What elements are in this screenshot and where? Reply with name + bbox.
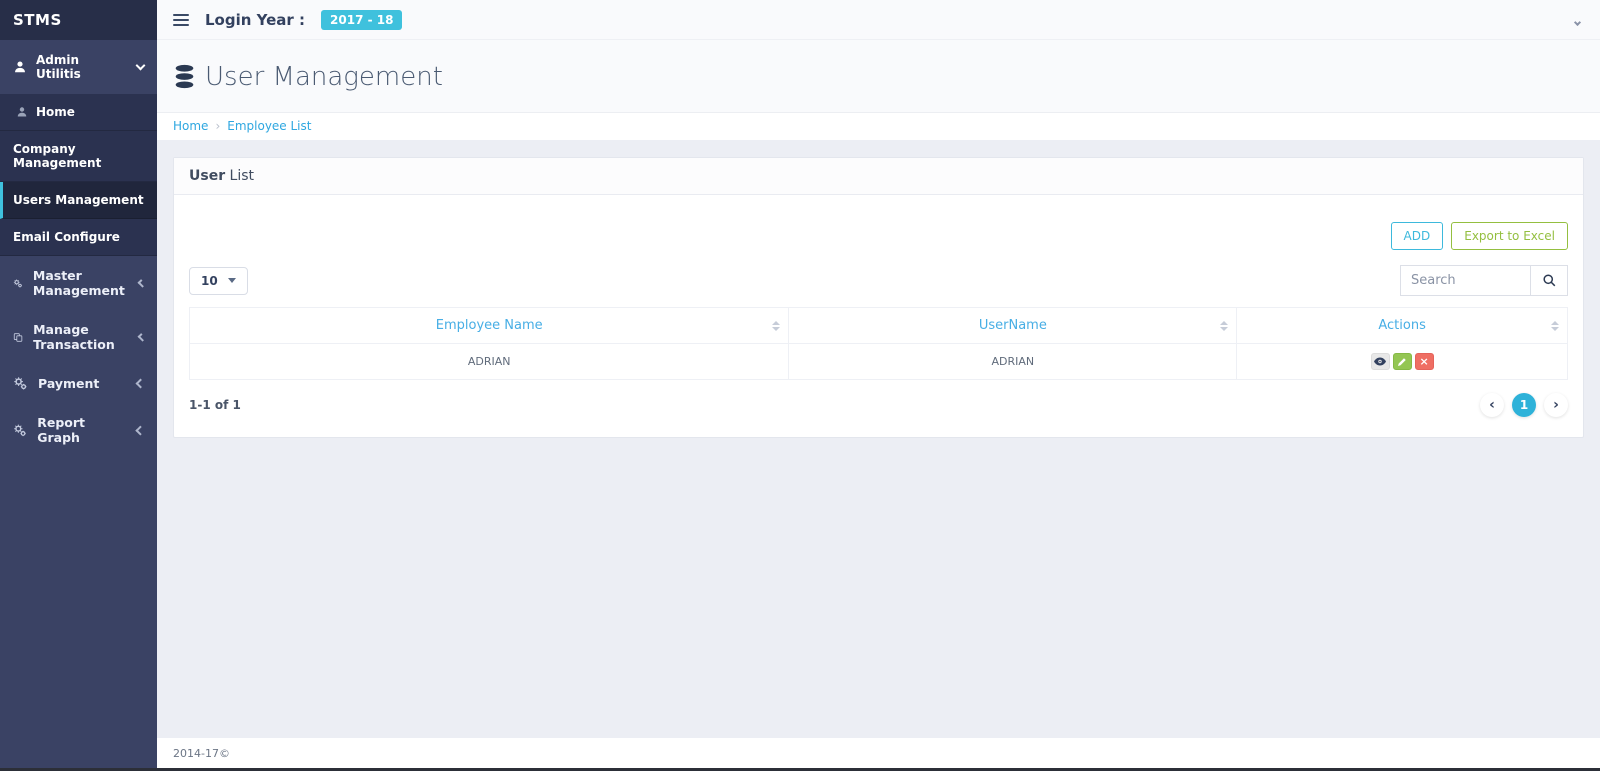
main-area: Login Year : 2017 - 18 User Management H… [157,0,1600,771]
sidebar-item-report-graph[interactable]: Report Graph [0,403,157,457]
table-header-row: Employee Name UserName Actions [190,308,1568,344]
sidebar-item-email-configure[interactable]: Email Configure [0,219,157,256]
sidebar-item-label: Master Management [33,268,129,298]
edit-button[interactable] [1393,353,1412,370]
column-header-label: UserName [979,318,1047,333]
pagination-prev-button[interactable]: ‹ [1480,393,1504,417]
copyright-text: 2014-17© [173,747,230,760]
cell-employee-name: ADRIAN [190,344,789,380]
page-size-select[interactable]: 10 [189,267,248,295]
database-icon [173,64,196,90]
export-to-excel-button[interactable]: Export to Excel [1451,222,1568,250]
footer: 2014-17© [157,738,1600,771]
panel-actions: ADD Export to Excel [189,222,1568,250]
cell-username: ADRIAN [789,344,1237,380]
sidebar-item-label: Email Configure [13,230,120,244]
search-input[interactable] [1400,265,1530,296]
chevron-left-icon [136,425,146,435]
sidebar-section-label: Admin Utilitis [36,53,128,81]
sidebar-item-label: Users Management [13,193,144,207]
column-header-label: Employee Name [436,318,543,333]
pencil-icon [1397,357,1407,367]
x-icon: × [1420,356,1429,367]
column-header-label: Actions [1378,318,1426,333]
chevron-left-icon [137,279,146,288]
sidebar-item-label: Manage Transaction [33,322,129,352]
sidebar-item-label: Home [36,105,75,119]
user-icon [13,60,27,74]
sort-icon [772,321,780,331]
sidebar-item-admin-utilitis[interactable]: Admin Utilitis [0,40,157,94]
panel-title: User List [174,158,1583,195]
user-icon [16,106,28,118]
app-window: STMS Admin Utilitis Home Company Managem… [0,0,1600,771]
view-button[interactable] [1371,353,1390,370]
menu-toggle-icon[interactable] [173,14,189,26]
sort-icon [1551,321,1559,331]
breadcrumb: Home › Employee List [157,112,1600,140]
gears-icon [13,276,23,291]
table-footer: 1-1 of 1 ‹ 1 › [189,393,1568,417]
chevron-right-glyph: › [1553,397,1559,413]
chevron-down-icon [1574,19,1581,26]
search-group [1400,265,1568,296]
panel-title-secondary: List [225,168,254,184]
table-row: ADRIAN ADRIAN [190,344,1568,380]
chevron-left-glyph: ‹ [1489,397,1495,413]
sidebar: STMS Admin Utilitis Home Company Managem… [0,0,157,771]
sidebar-item-label: Company Management [13,142,144,170]
gears-icon [13,423,27,438]
user-list-panel: User List ADD Export to Excel 10 [173,157,1584,438]
sidebar-submenu: Home Company Management Users Management… [0,94,157,256]
sidebar-item-master-management[interactable]: Master Management [0,256,157,310]
sidebar-item-manage-transaction[interactable]: Manage Transaction [0,310,157,364]
chevron-left-icon [136,379,146,389]
sidebar-item-users-management[interactable]: Users Management [0,182,157,219]
pagination-summary: 1-1 of 1 [189,398,241,412]
sidebar-item-label: Report Graph [37,415,127,445]
delete-button[interactable]: × [1415,353,1434,370]
breadcrumb-link-employee-list[interactable]: Employee List [227,119,311,133]
sidebar-item-label: Payment [38,376,99,391]
add-button[interactable]: ADD [1391,222,1444,250]
caret-down-icon [228,278,236,283]
eye-icon [1374,357,1386,366]
breadcrumb-separator: › [208,119,227,133]
user-table: Employee Name UserName Actions [189,307,1568,380]
page-title: User Management [205,62,443,92]
search-button[interactable] [1530,265,1568,296]
column-header-employee-name[interactable]: Employee Name [190,308,789,344]
page-size-value: 10 [201,274,218,288]
breadcrumb-link-home[interactable]: Home [173,119,208,133]
sidebar-item-company-management[interactable]: Company Management [0,131,157,182]
sort-icon [1220,321,1228,331]
table-controls: 10 [189,265,1568,296]
chevron-down-icon [136,61,146,71]
pagination: ‹ 1 › [1480,393,1568,417]
panel-title-primary: User [189,168,225,184]
page-head: User Management Home › Employee List [157,40,1600,140]
copy-icon [13,330,23,345]
column-header-username[interactable]: UserName [789,308,1237,344]
gears-icon [13,376,28,391]
column-header-actions[interactable]: Actions [1237,308,1568,344]
pagination-page-1[interactable]: 1 [1512,393,1536,417]
sidebar-item-home[interactable]: Home [0,94,157,131]
sidebar-item-payment[interactable]: Payment [0,364,157,403]
navbar-dropdown-toggle[interactable] [1571,6,1584,33]
content-area: User List ADD Export to Excel 10 [157,140,1600,738]
search-icon [1542,273,1557,288]
login-year-badge: 2017 - 18 [321,10,402,30]
top-navbar: Login Year : 2017 - 18 [157,0,1600,40]
pagination-next-button[interactable]: › [1544,393,1568,417]
login-year-label: Login Year : [205,11,305,29]
app-logo: STMS [0,0,157,40]
cell-actions: × [1237,344,1568,380]
chevron-left-icon [137,333,146,342]
